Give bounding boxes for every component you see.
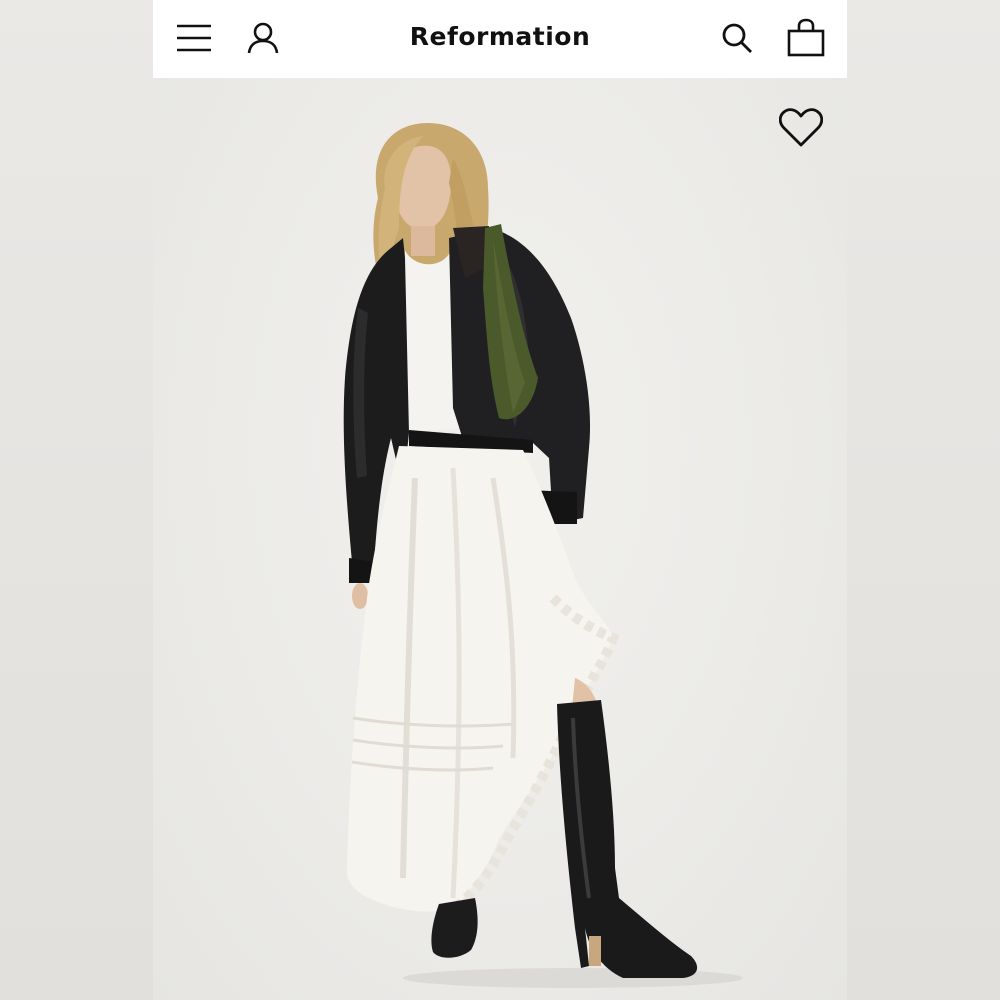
site-header: Reformation [153,0,847,78]
search-button[interactable] [715,16,759,60]
shopping-bag-icon [787,18,825,57]
heart-icon [779,108,823,147]
mobile-page: Reformation [153,0,847,1000]
bag-button[interactable] [784,16,828,60]
wishlist-button[interactable] [777,106,825,150]
model-photo [343,123,743,988]
left-backdrop [0,0,153,1000]
right-backdrop [847,0,1000,1000]
product-image[interactable] [153,78,847,1000]
search-icon [722,23,752,53]
